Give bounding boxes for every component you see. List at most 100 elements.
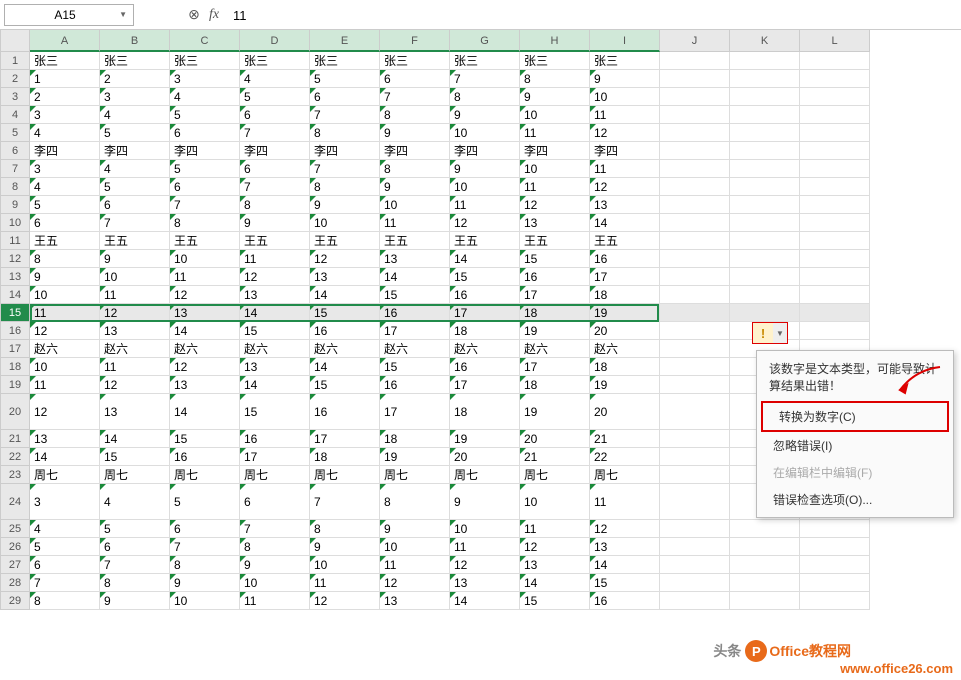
cell[interactable] <box>660 268 730 286</box>
cell[interactable]: 赵六 <box>30 340 100 358</box>
cell[interactable]: 13 <box>310 268 380 286</box>
cell[interactable]: 周七 <box>590 466 660 484</box>
cell[interactable]: 10 <box>310 214 380 232</box>
cell[interactable]: 11 <box>100 286 170 304</box>
cell[interactable]: 5 <box>30 538 100 556</box>
cell[interactable]: 15 <box>310 376 380 394</box>
cell[interactable] <box>800 196 870 214</box>
cell[interactable]: 11 <box>590 106 660 124</box>
cell[interactable]: 12 <box>590 178 660 196</box>
cell[interactable]: 7 <box>380 88 450 106</box>
cell[interactable]: 3 <box>30 484 100 520</box>
cell[interactable]: 15 <box>240 322 310 340</box>
cell[interactable]: 周七 <box>30 466 100 484</box>
cell[interactable]: 10 <box>450 124 520 142</box>
cell[interactable] <box>800 70 870 88</box>
cell[interactable]: 7 <box>240 124 310 142</box>
column-header[interactable]: K <box>730 30 800 52</box>
cell[interactable] <box>660 574 730 592</box>
cell[interactable]: 王五 <box>520 232 590 250</box>
cell[interactable]: 王五 <box>100 232 170 250</box>
row-header[interactable]: 21 <box>0 430 30 448</box>
cell[interactable]: 11 <box>30 304 100 322</box>
cell[interactable]: 李四 <box>240 142 310 160</box>
cell[interactable] <box>660 358 730 376</box>
cell[interactable]: 4 <box>100 484 170 520</box>
cell[interactable]: 张三 <box>590 52 660 70</box>
cell[interactable]: 14 <box>310 286 380 304</box>
cell[interactable]: 13 <box>170 304 240 322</box>
cell[interactable]: 赵六 <box>450 340 520 358</box>
cell[interactable]: 周七 <box>100 466 170 484</box>
cell[interactable] <box>800 250 870 268</box>
cell[interactable]: 22 <box>590 448 660 466</box>
cell[interactable]: 12 <box>310 250 380 268</box>
cell[interactable]: 张三 <box>170 52 240 70</box>
cell[interactable] <box>730 592 800 610</box>
cell[interactable]: 10 <box>520 106 590 124</box>
cell[interactable]: 17 <box>520 286 590 304</box>
cell[interactable]: 张三 <box>30 52 100 70</box>
cell[interactable] <box>800 106 870 124</box>
cell[interactable]: 13 <box>380 250 450 268</box>
cell[interactable]: 9 <box>100 592 170 610</box>
column-header[interactable]: D <box>240 30 310 52</box>
row-header[interactable]: 14 <box>0 286 30 304</box>
cell[interactable]: 张三 <box>240 52 310 70</box>
menu-item[interactable]: 忽略错误(I) <box>757 432 953 459</box>
cell[interactable] <box>660 322 730 340</box>
cell[interactable]: 王五 <box>170 232 240 250</box>
cell[interactable]: 14 <box>310 358 380 376</box>
cell[interactable]: 13 <box>450 574 520 592</box>
cell[interactable]: 15 <box>520 250 590 268</box>
column-header[interactable]: E <box>310 30 380 52</box>
cell[interactable]: 6 <box>380 70 450 88</box>
cell[interactable]: 10 <box>30 286 100 304</box>
cell[interactable] <box>800 142 870 160</box>
cell[interactable]: 10 <box>450 520 520 538</box>
cell[interactable] <box>730 124 800 142</box>
cell[interactable]: 17 <box>450 304 520 322</box>
cell[interactable]: 7 <box>310 484 380 520</box>
cell[interactable] <box>660 124 730 142</box>
cell[interactable]: 王五 <box>590 232 660 250</box>
cell[interactable]: 7 <box>100 214 170 232</box>
cell[interactable]: 11 <box>240 250 310 268</box>
cell[interactable] <box>730 52 800 70</box>
formula-input[interactable]: 11 <box>224 4 957 26</box>
cell[interactable]: 14 <box>450 592 520 610</box>
cell[interactable]: 王五 <box>310 232 380 250</box>
cell[interactable]: 王五 <box>450 232 520 250</box>
cell[interactable]: 10 <box>310 556 380 574</box>
cell[interactable]: 王五 <box>380 232 450 250</box>
cell[interactable]: 11 <box>100 358 170 376</box>
cell[interactable]: 13 <box>520 214 590 232</box>
row-header[interactable]: 19 <box>0 376 30 394</box>
cell[interactable]: 4 <box>30 178 100 196</box>
cell[interactable] <box>800 178 870 196</box>
cell[interactable]: 15 <box>310 304 380 322</box>
cell[interactable]: 14 <box>100 430 170 448</box>
cell[interactable]: 4 <box>30 124 100 142</box>
cell[interactable] <box>800 160 870 178</box>
cell[interactable]: 9 <box>310 196 380 214</box>
column-header[interactable]: L <box>800 30 870 52</box>
cell[interactable]: 周七 <box>240 466 310 484</box>
cell[interactable]: 6 <box>240 106 310 124</box>
cell[interactable]: 5 <box>170 106 240 124</box>
cell[interactable] <box>660 88 730 106</box>
cell[interactable]: 16 <box>450 286 520 304</box>
cell[interactable]: 21 <box>520 448 590 466</box>
cell[interactable]: 5 <box>310 70 380 88</box>
row-header[interactable]: 3 <box>0 88 30 106</box>
cell[interactable]: 王五 <box>240 232 310 250</box>
cell[interactable] <box>660 484 730 520</box>
cell[interactable] <box>800 124 870 142</box>
cell[interactable]: 12 <box>240 268 310 286</box>
cell[interactable]: 16 <box>310 322 380 340</box>
cell[interactable] <box>800 286 870 304</box>
cell[interactable] <box>730 196 800 214</box>
cell[interactable]: 12 <box>170 286 240 304</box>
cell[interactable]: 5 <box>30 196 100 214</box>
cell[interactable]: 15 <box>380 358 450 376</box>
